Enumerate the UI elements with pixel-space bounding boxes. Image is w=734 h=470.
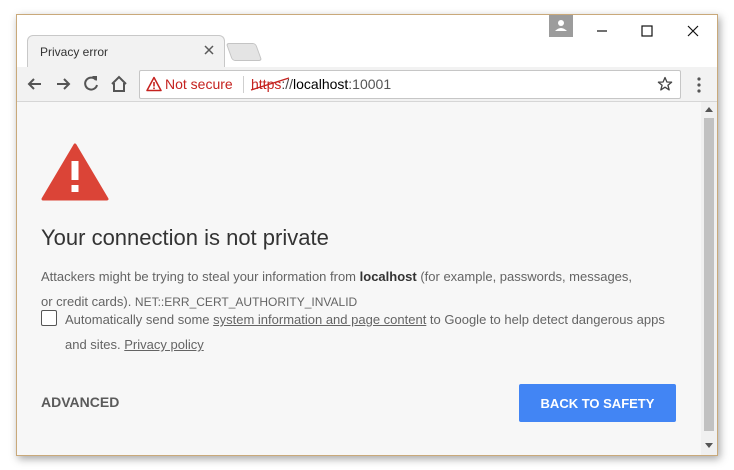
page-title: Your connection is not private: [41, 225, 329, 250]
not-secure-label[interactable]: Not secure: [165, 76, 233, 92]
host-name: localhost: [359, 269, 417, 284]
warning-triangle-small-icon[interactable]: [146, 76, 162, 92]
back-to-safety-button[interactable]: BACK TO SAFETY: [519, 384, 676, 422]
tab-privacy-error[interactable]: Privacy error: [27, 35, 225, 68]
advanced-button[interactable]: ADVANCED: [41, 394, 119, 410]
title-bar: Privacy error: [17, 15, 717, 68]
url-scheme-crossed: https: [250, 76, 290, 92]
tab-title: Privacy error: [40, 45, 109, 59]
scroll-up-icon[interactable]: [705, 106, 713, 112]
toolbar: Not secure https://localhost:10001: [17, 67, 717, 102]
back-arrow-icon[interactable]: [25, 74, 45, 94]
forward-arrow-icon[interactable]: [53, 74, 73, 94]
scrollbar-thumb[interactable]: [704, 118, 714, 431]
menu-kebab-icon[interactable]: [689, 75, 709, 95]
scroll-down-icon[interactable]: [705, 443, 713, 449]
interstitial-page: Your connection is not private Attackers…: [17, 102, 701, 455]
close-window-icon[interactable]: [683, 21, 703, 41]
system-info-link[interactable]: system information and page content: [213, 312, 426, 327]
new-tab-button[interactable]: [225, 43, 263, 61]
warning-triangle-icon: [41, 143, 109, 201]
address-bar[interactable]: Not secure https://localhost:10001: [139, 70, 681, 99]
privacy-policy-link[interactable]: Privacy policy: [124, 337, 203, 352]
omnibox-divider: [243, 76, 244, 93]
tab-close-icon[interactable]: [202, 43, 216, 57]
home-icon[interactable]: [109, 74, 129, 94]
url-text[interactable]: https://localhost:10001: [250, 76, 392, 92]
maximize-icon[interactable]: [637, 21, 657, 41]
scrollbar[interactable]: [701, 102, 717, 455]
browser-window: Privacy error Not secure https://localh…: [16, 14, 718, 456]
bookmark-star-icon[interactable]: [657, 76, 673, 92]
minimize-icon[interactable]: [592, 21, 612, 41]
url-port: :10001: [348, 76, 392, 92]
send-info-checkbox[interactable]: [41, 310, 57, 326]
send-info-label: Automatically send some system informati…: [65, 312, 665, 352]
url-host: localhost: [293, 76, 349, 92]
reload-icon[interactable]: [81, 74, 101, 94]
profile-avatar-icon[interactable]: [549, 15, 573, 37]
